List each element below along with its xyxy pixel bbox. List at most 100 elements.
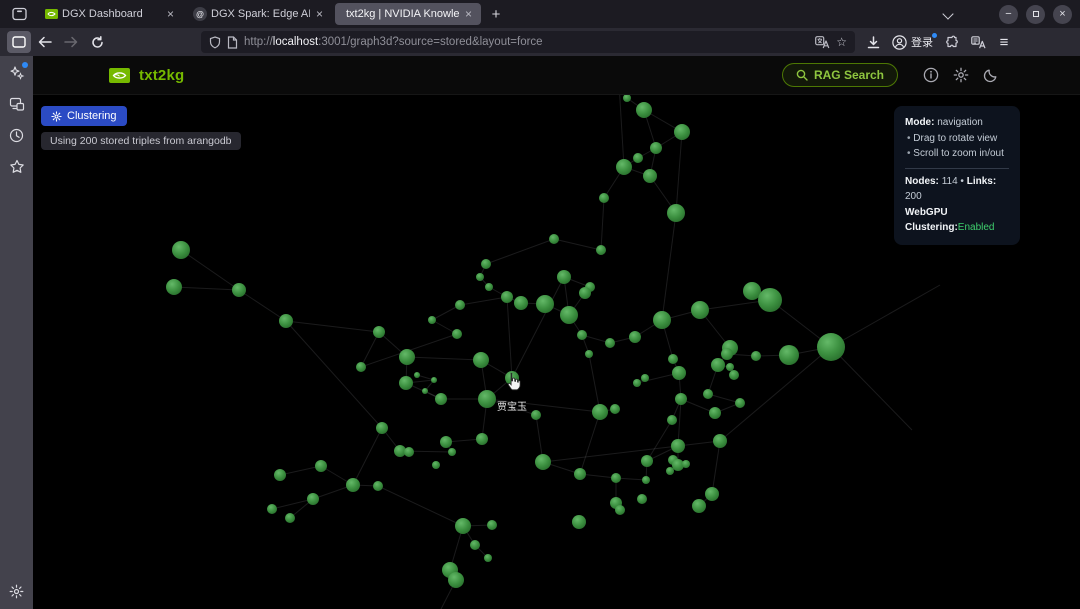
graph-node[interactable] bbox=[485, 283, 493, 291]
graph-node[interactable] bbox=[615, 505, 625, 515]
graph-node[interactable] bbox=[501, 291, 513, 303]
graph-node[interactable] bbox=[743, 282, 761, 300]
graph-node[interactable] bbox=[484, 554, 492, 562]
graph-node[interactable] bbox=[455, 300, 465, 310]
bookmark-star-icon[interactable]: ☆ bbox=[836, 35, 847, 49]
graph-node[interactable] bbox=[711, 358, 725, 372]
graph-node[interactable] bbox=[729, 370, 739, 380]
graph-node[interactable] bbox=[232, 283, 246, 297]
graph-node[interactable] bbox=[721, 348, 733, 360]
graph-node[interactable] bbox=[641, 455, 653, 467]
tab-close-icon[interactable]: × bbox=[463, 7, 474, 21]
graph-node[interactable] bbox=[674, 124, 690, 140]
graph-node[interactable] bbox=[435, 393, 447, 405]
settings-button[interactable] bbox=[946, 63, 976, 87]
graph-node[interactable] bbox=[279, 314, 293, 328]
tab-close-icon[interactable]: × bbox=[165, 7, 176, 21]
graph-node[interactable] bbox=[641, 374, 649, 382]
graph-node[interactable] bbox=[448, 448, 456, 456]
graph-node[interactable] bbox=[779, 345, 799, 365]
graph-node[interactable] bbox=[274, 469, 286, 481]
graph-node[interactable] bbox=[705, 487, 719, 501]
graph-node[interactable] bbox=[682, 460, 690, 468]
graph-node[interactable] bbox=[643, 169, 657, 183]
graph-node[interactable] bbox=[713, 434, 727, 448]
graph-node[interactable] bbox=[726, 363, 734, 371]
graph-node[interactable] bbox=[579, 287, 591, 299]
graph-node[interactable] bbox=[735, 398, 745, 408]
graph-node[interactable] bbox=[611, 473, 621, 483]
graph-node[interactable] bbox=[373, 481, 383, 491]
downloads-button[interactable] bbox=[861, 31, 885, 53]
url-bar[interactable]: http://localhost:3001/graph3d?source=sto… bbox=[201, 31, 855, 53]
info-button[interactable] bbox=[916, 63, 946, 87]
graph-node[interactable] bbox=[672, 366, 686, 380]
graph-node[interactable] bbox=[514, 296, 528, 310]
graph-node[interactable] bbox=[535, 454, 551, 470]
translate-icon[interactable] bbox=[815, 36, 830, 49]
graph-node[interactable] bbox=[637, 494, 647, 504]
graph-node[interactable] bbox=[650, 142, 662, 154]
graph-node[interactable] bbox=[285, 513, 295, 523]
graph-node[interactable] bbox=[404, 447, 414, 457]
graph-node[interactable] bbox=[692, 499, 706, 513]
graph-node[interactable] bbox=[428, 316, 436, 324]
graph-node[interactable] bbox=[667, 204, 685, 222]
firefox-view-icon[interactable] bbox=[6, 4, 32, 24]
graph-node[interactable] bbox=[691, 301, 709, 319]
rag-search-button[interactable]: RAG Search bbox=[782, 63, 898, 87]
url-text[interactable]: http://localhost:3001/graph3d?source=sto… bbox=[244, 36, 809, 48]
graph-node[interactable] bbox=[440, 436, 452, 448]
graph-node[interactable] bbox=[422, 388, 428, 394]
sidebar-settings-gear-icon[interactable] bbox=[8, 582, 26, 600]
graph-node[interactable] bbox=[481, 259, 491, 269]
history-clock-icon[interactable] bbox=[8, 126, 26, 144]
graph-node[interactable] bbox=[346, 478, 360, 492]
translate-extension-button[interactable] bbox=[966, 31, 990, 53]
graph-node[interactable] bbox=[455, 518, 471, 534]
graph-node[interactable] bbox=[633, 153, 643, 163]
graph-node[interactable] bbox=[172, 241, 190, 259]
reload-button[interactable] bbox=[85, 31, 109, 53]
graph-node[interactable] bbox=[751, 351, 761, 361]
list-all-tabs-chevron-icon[interactable] bbox=[943, 9, 953, 19]
graph-node[interactable] bbox=[605, 338, 615, 348]
graph-node[interactable] bbox=[560, 306, 578, 324]
graph-node[interactable] bbox=[414, 372, 420, 378]
graph-node[interactable] bbox=[592, 404, 608, 420]
graph-node[interactable] bbox=[642, 476, 650, 484]
graph-node[interactable] bbox=[668, 354, 678, 364]
graph-node[interactable] bbox=[476, 273, 484, 281]
synced-tabs-icon[interactable] bbox=[8, 95, 26, 113]
graph-node[interactable] bbox=[675, 393, 687, 405]
page-info-icon[interactable] bbox=[227, 36, 238, 49]
graph-node[interactable] bbox=[531, 410, 541, 420]
graph-node[interactable] bbox=[629, 331, 641, 343]
graph-node[interactable] bbox=[315, 460, 327, 472]
graph-node[interactable] bbox=[633, 379, 641, 387]
graph-node[interactable] bbox=[470, 540, 480, 550]
graph-node[interactable] bbox=[487, 520, 497, 530]
bookmarks-star-icon[interactable] bbox=[8, 157, 26, 175]
graph-node[interactable] bbox=[448, 572, 464, 588]
graph-node[interactable] bbox=[166, 279, 182, 295]
graph-node[interactable] bbox=[267, 504, 277, 514]
graph-node[interactable] bbox=[452, 329, 462, 339]
tab-dgx-spark[interactable]: @ DGX Spark: Edge AI ▦ • C × bbox=[186, 3, 332, 25]
forward-button[interactable] bbox=[59, 31, 83, 53]
graph-node[interactable] bbox=[616, 159, 632, 175]
graph-node[interactable] bbox=[599, 193, 609, 203]
graph-node[interactable] bbox=[431, 377, 437, 383]
graph-node[interactable] bbox=[356, 362, 366, 372]
graph-node[interactable] bbox=[666, 467, 674, 475]
graph-node[interactable] bbox=[557, 270, 571, 284]
graph-node[interactable] bbox=[572, 515, 586, 529]
tab-close-icon[interactable]: × bbox=[314, 7, 325, 21]
graph-node[interactable] bbox=[577, 330, 587, 340]
graph-node[interactable] bbox=[536, 295, 554, 313]
ai-chatbot-icon[interactable] bbox=[8, 64, 26, 82]
minimize-button[interactable]: − bbox=[999, 5, 1018, 24]
graph-node[interactable] bbox=[373, 326, 385, 338]
graph-node[interactable] bbox=[703, 389, 713, 399]
graph-node[interactable] bbox=[671, 439, 685, 453]
